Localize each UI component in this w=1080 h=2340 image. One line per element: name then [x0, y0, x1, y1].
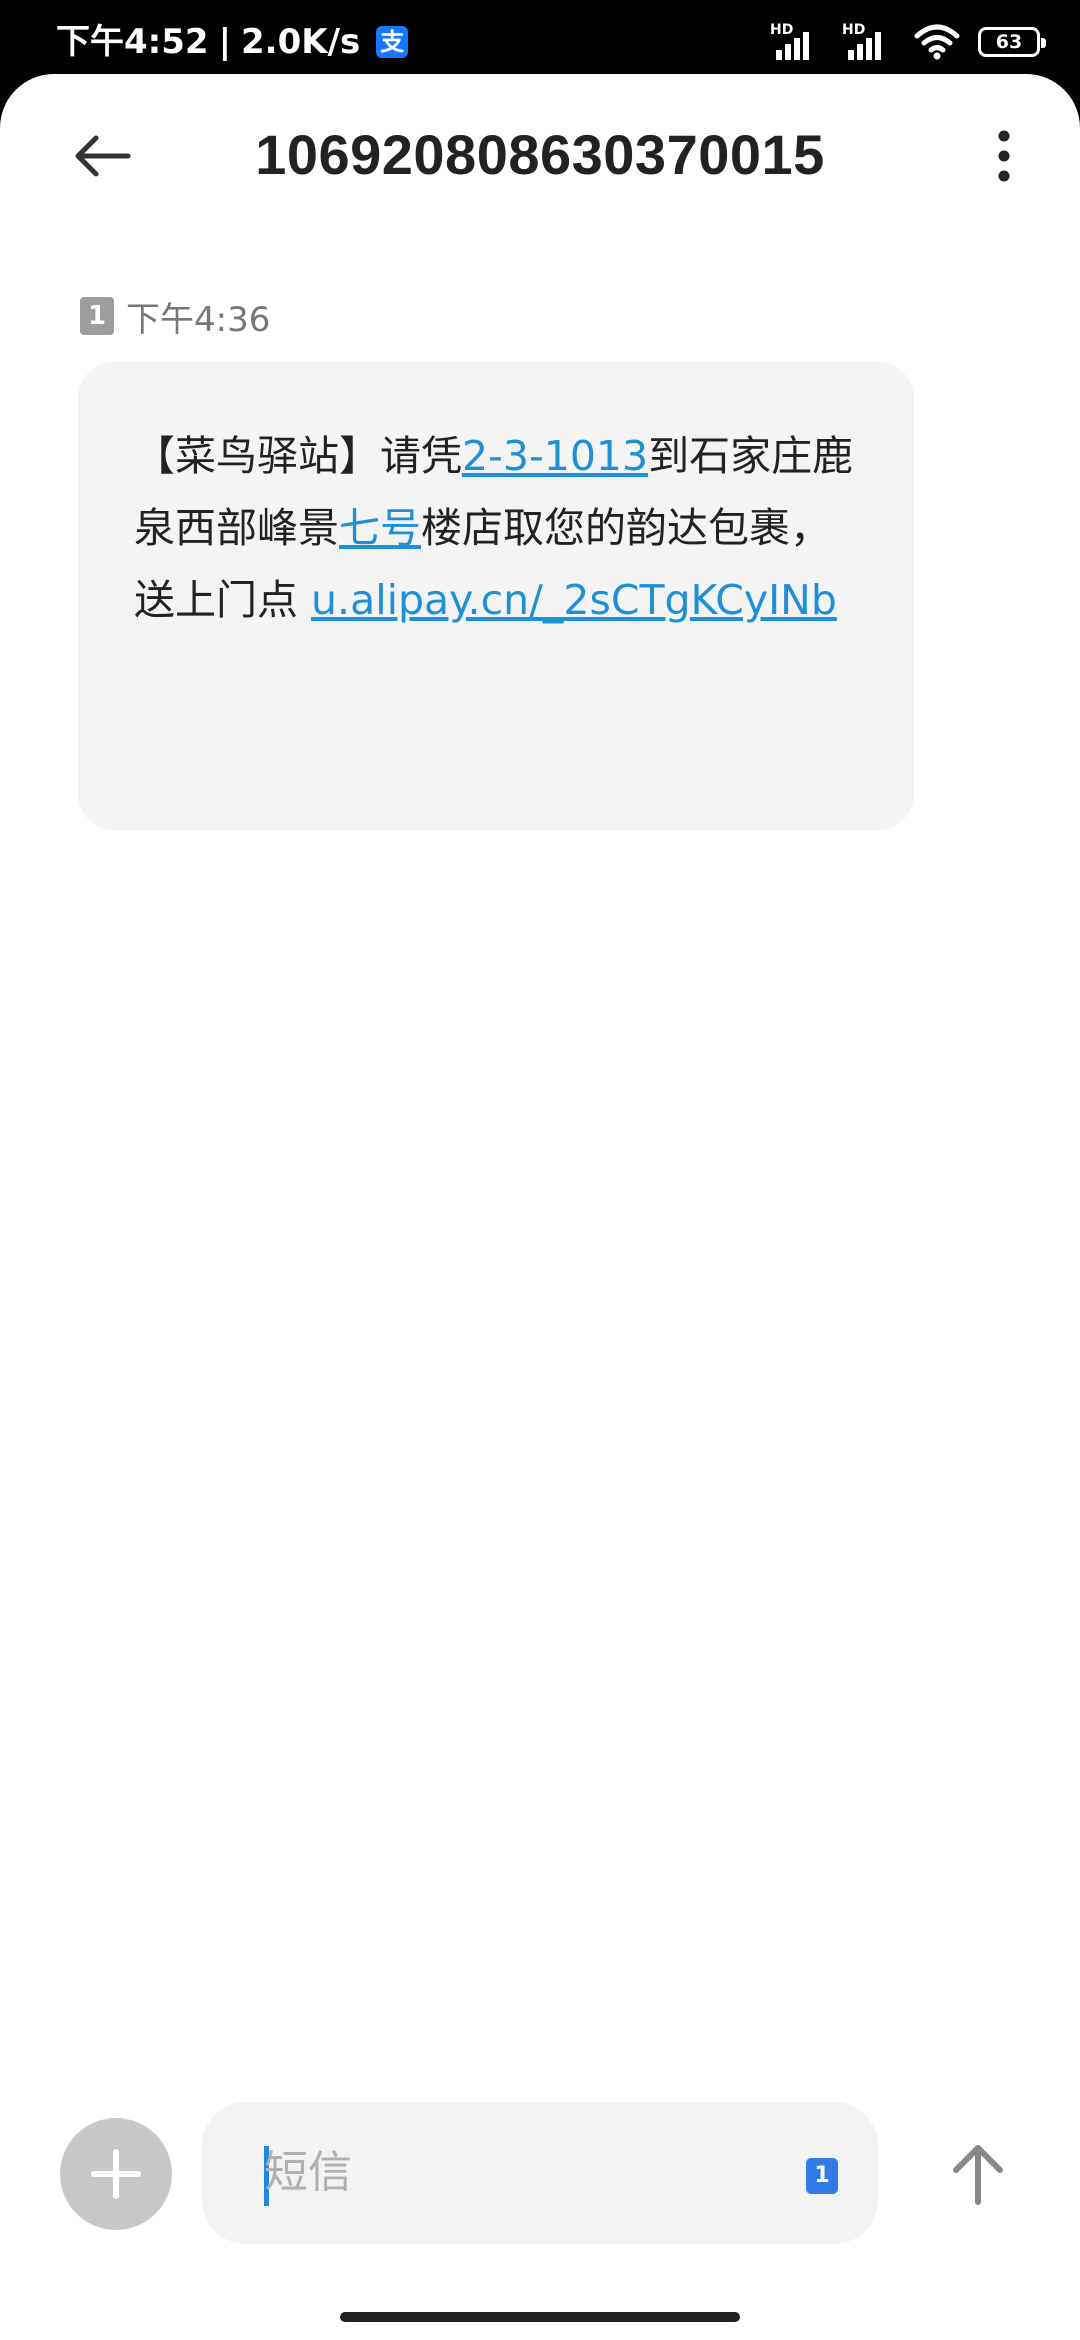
conversation-screen: 1069208086303700​15 1 下午4:36 【菜鸟驿站】请凭2-3…: [0, 74, 1080, 2340]
send-button[interactable]: [922, 2118, 1034, 2230]
hd-signal-icon: HD: [770, 22, 824, 62]
pickup-code-link[interactable]: 2-3-1013: [462, 432, 648, 480]
message-bubble[interactable]: 【菜鸟驿站】请凭2-3-1013到石家庄鹿泉西部峰景七号楼店取您的韵达包裹，送上…: [78, 362, 914, 830]
location-link[interactable]: 七号: [339, 504, 421, 552]
battery-level: 63: [995, 31, 1023, 53]
wifi-icon: [914, 24, 960, 60]
more-vertical-icon: [998, 130, 1010, 182]
message-input-placeholder: 短信: [264, 2147, 352, 2198]
back-button[interactable]: [60, 114, 144, 198]
status-right: HD HD 63: [770, 22, 1046, 62]
url-link[interactable]: u.alipay.cn/_2sCTgKCyINb: [311, 576, 837, 624]
plus-icon: [91, 2149, 141, 2199]
more-options-button[interactable]: [972, 114, 1036, 198]
battery-icon: 63: [978, 27, 1046, 57]
status-bar: 下午4:52 | 2.0K/s 支 HD HD 63: [0, 0, 1080, 78]
status-left: 下午4:52 | 2.0K/s 支: [56, 22, 409, 62]
conversation-header: 1069208086303700​15: [0, 74, 1080, 234]
send-arrow-up-icon: [953, 2145, 1003, 2205]
message-time: 下午4:36: [126, 299, 271, 340]
message-text-part: 【菜鸟驿站】请凭: [134, 432, 462, 480]
alipay-icon: 支: [376, 26, 409, 58]
hd-signal-icon: HD: [842, 22, 896, 62]
status-time: 下午4:52: [56, 22, 209, 62]
add-attachment-button[interactable]: [60, 2118, 172, 2230]
sim-select-button[interactable]: 1: [806, 2158, 838, 2194]
network-speed: 2.0K/s: [241, 22, 361, 62]
message-meta: 1 下午4:36: [80, 296, 270, 340]
message-text: 【菜鸟驿站】请凭2-3-1013到石家庄鹿泉西部峰景七号楼店取您的韵达包裹，送上…: [134, 420, 858, 636]
message-input[interactable]: 短信 1: [202, 2102, 878, 2244]
conversation-title: 1069208086303700​15: [255, 123, 825, 186]
home-indicator[interactable]: [340, 2312, 740, 2322]
sim-badge-icon: 1: [80, 297, 114, 335]
back-arrow-icon: [75, 135, 131, 177]
status-separator: |: [218, 22, 231, 62]
